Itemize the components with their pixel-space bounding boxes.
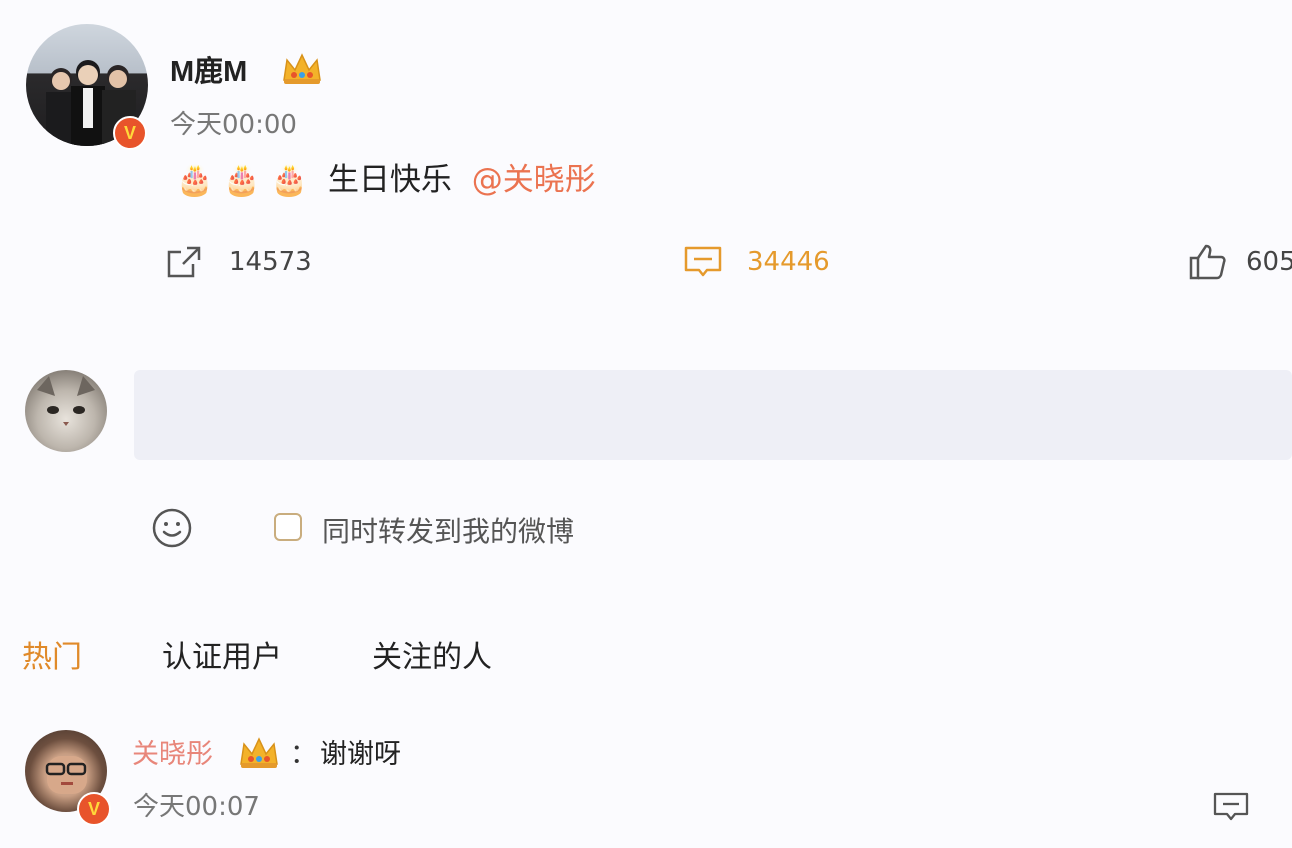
like-button[interactable]: 605 [1188, 242, 1292, 282]
tab-following[interactable]: 关注的人 [372, 632, 492, 676]
comment-icon [1213, 792, 1249, 821]
smiley-icon [152, 508, 192, 548]
replier-username[interactable]: 关晓彤 [132, 732, 213, 771]
cat-photo [37, 376, 95, 426]
verified-badge-icon: V [113, 116, 147, 150]
cake-icon: 🎂 [270, 163, 309, 198]
reply-colon: ： [290, 739, 317, 770]
reply-text: 谢谢呀 [320, 739, 401, 770]
emoji-button[interactable] [151, 507, 192, 548]
crown-icon [238, 734, 280, 776]
cake-icon: 🎂 [176, 163, 214, 198]
verified-badge-icon: V [77, 792, 111, 826]
thumbs-up-icon [1189, 244, 1226, 280]
mention-link[interactable]: @关晓彤 [472, 162, 596, 198]
repost-count: 14573 [229, 247, 312, 277]
tab-verified-users[interactable]: 认证用户 [162, 632, 282, 676]
cake-icon: 🎂 [223, 163, 261, 198]
repost-icon [167, 246, 201, 278]
reply-comment-button[interactable] [1212, 790, 1250, 824]
repost-button[interactable]: 14573 [165, 242, 312, 282]
post-content: 🎂 🎂 🎂 生日快乐 @关晓彤 [176, 154, 596, 199]
crown-icon [281, 50, 323, 92]
reply-timestamp: 今天00:07 [133, 792, 260, 822]
cake-emoji-row: 🎂 🎂 🎂 [176, 162, 328, 198]
post-text: 生日快乐 [327, 162, 452, 198]
comment-input[interactable] [134, 370, 1292, 460]
current-user-avatar[interactable] [25, 370, 107, 452]
repost-checkbox[interactable] [274, 513, 302, 541]
tab-hot[interactable]: 热门 [22, 632, 82, 676]
post-timestamp: 今天00:00 [170, 110, 297, 140]
comment-icon [684, 246, 722, 277]
like-count: 605 [1246, 247, 1292, 277]
comment-button[interactable]: 34446 [683, 242, 830, 282]
repost-checkbox-label[interactable]: 同时转发到我的微博 [322, 510, 574, 550]
poster-username[interactable]: M鹿M [170, 48, 247, 90]
comment-count: 34446 [747, 247, 830, 277]
